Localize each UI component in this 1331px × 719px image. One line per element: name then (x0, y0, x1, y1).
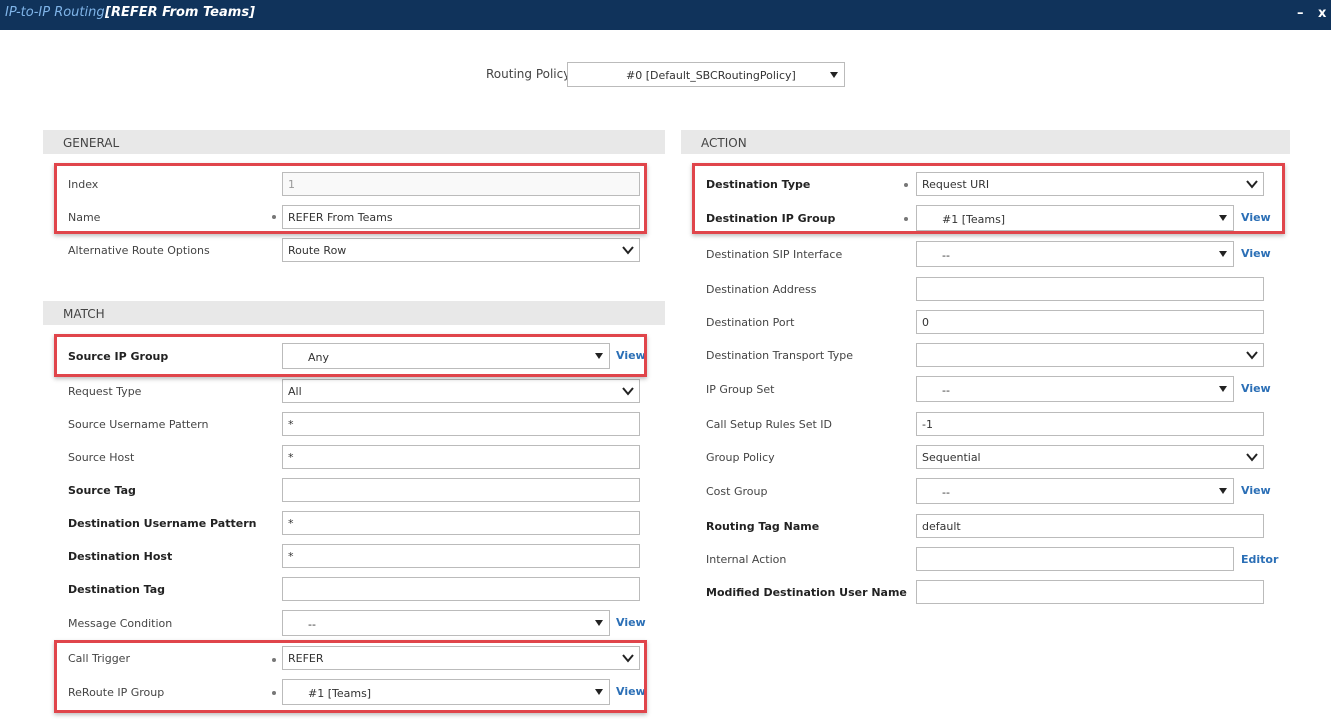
cost-group-value: -- (942, 486, 950, 499)
destination-address-label: Destination Address (706, 283, 817, 296)
ip-group-set-view-link[interactable]: View (1241, 382, 1271, 395)
destination-transport-type-label: Destination Transport Type (706, 349, 853, 362)
internal-action-input[interactable] (916, 547, 1234, 571)
destination-host-input[interactable]: * (282, 544, 640, 568)
destination-sip-interface-value: -- (942, 249, 950, 262)
request-type-value: All (288, 385, 302, 398)
routing-policy-value: #0 [Default_SBCRoutingPolicy] (626, 69, 796, 82)
match-section-header: MATCH (43, 301, 665, 325)
request-type-select[interactable]: All (282, 379, 640, 403)
internal-action-editor-link[interactable]: Editor (1241, 553, 1278, 566)
cost-group-view-link[interactable]: View (1241, 484, 1271, 497)
dropdown-triangle-icon (1219, 251, 1227, 257)
source-tag-label: Source Tag (68, 484, 136, 497)
destination-sip-interface-select[interactable]: -- (916, 241, 1234, 267)
destination-port-label: Destination Port (706, 316, 795, 329)
message-condition-label: Message Condition (68, 617, 173, 630)
destination-tag-label: Destination Tag (68, 583, 166, 596)
modified-destination-user-name-label: Modified Destination User Name (706, 586, 907, 599)
destination-transport-type-select[interactable] (916, 343, 1264, 367)
chevron-down-icon (622, 246, 634, 255)
alternative-route-options-select[interactable]: Route Row (282, 238, 640, 262)
message-condition-value: -- (308, 618, 316, 631)
dropdown-triangle-icon (1219, 386, 1227, 392)
destination-address-input[interactable] (916, 277, 1264, 301)
call-setup-rules-set-id-label: Call Setup Rules Set ID (706, 418, 832, 431)
destination-port-input[interactable]: 0 (916, 310, 1264, 334)
alternative-route-options-label: Alternative Route Options (68, 244, 210, 257)
window-title-name: [REFER From Teams] (105, 5, 256, 20)
general-section-header: GENERAL (43, 130, 665, 154)
source-host-input[interactable]: * (282, 445, 640, 469)
highlight-destination-box (692, 163, 1285, 234)
chevron-down-icon (1246, 351, 1258, 360)
call-setup-rules-set-id-input[interactable]: -1 (916, 412, 1264, 436)
routing-tag-name-label: Routing Tag Name (706, 520, 820, 533)
highlight-general-box (54, 163, 647, 234)
source-username-pattern-value: * (288, 418, 294, 431)
source-host-value: * (288, 451, 294, 464)
group-policy-select[interactable]: Sequential (916, 445, 1264, 469)
destination-port-value: 0 (922, 316, 929, 329)
source-tag-input[interactable] (282, 478, 640, 502)
destination-username-pattern-value: * (288, 517, 294, 530)
cost-group-label: Cost Group (706, 485, 768, 498)
destination-username-pattern-label: Destination Username Pattern (68, 517, 257, 530)
internal-action-label: Internal Action (706, 553, 787, 566)
ip-group-set-label: IP Group Set (706, 383, 775, 396)
action-section-header: ACTION (681, 130, 1290, 154)
window-title-prefix: IP-to-IP Routing (5, 5, 105, 20)
destination-host-value: * (288, 550, 294, 563)
ip-group-set-select[interactable]: -- (916, 376, 1234, 402)
destination-tag-input[interactable] (282, 577, 640, 601)
message-condition-select[interactable]: -- (282, 610, 610, 636)
destination-host-label: Destination Host (68, 550, 173, 563)
general-section-title: GENERAL (63, 136, 120, 150)
destination-sip-interface-view-link[interactable]: View (1241, 247, 1271, 260)
chevron-down-icon (622, 387, 634, 396)
routing-tag-name-value: default (922, 520, 961, 533)
match-section-title: MATCH (63, 307, 105, 321)
dropdown-triangle-icon (1219, 488, 1227, 494)
dropdown-triangle-icon (595, 620, 603, 626)
window-titlebar: IP-to-IP Routing [REFER From Teams] – x (0, 0, 1331, 30)
message-condition-view-link[interactable]: View (616, 616, 646, 629)
source-username-pattern-input[interactable]: * (282, 412, 640, 436)
highlight-call-trigger-box (54, 640, 647, 713)
ip-group-set-value: -- (942, 384, 950, 397)
highlight-source-ip-group-box (54, 334, 647, 377)
chevron-down-icon (1246, 453, 1258, 462)
alternative-route-options-value: Route Row (288, 244, 347, 257)
request-type-label: Request Type (68, 385, 142, 398)
dropdown-triangle-icon (830, 72, 838, 78)
destination-username-pattern-input[interactable]: * (282, 511, 640, 535)
minimize-button[interactable]: – (1297, 6, 1304, 21)
call-setup-rules-set-id-value: -1 (922, 418, 933, 431)
group-policy-value: Sequential (922, 451, 981, 464)
routing-policy-label: Routing Policy (486, 67, 571, 81)
source-host-label: Source Host (68, 451, 135, 464)
action-section-title: ACTION (701, 136, 747, 150)
group-policy-label: Group Policy (706, 451, 775, 464)
source-username-pattern-label: Source Username Pattern (68, 418, 209, 431)
routing-policy-select[interactable]: #0 [Default_SBCRoutingPolicy] (567, 62, 845, 87)
destination-sip-interface-label: Destination SIP Interface (706, 248, 843, 261)
modified-destination-user-name-input[interactable] (916, 580, 1264, 604)
routing-tag-name-input[interactable]: default (916, 514, 1264, 538)
close-button[interactable]: x (1318, 6, 1326, 21)
cost-group-select[interactable]: -- (916, 478, 1234, 504)
